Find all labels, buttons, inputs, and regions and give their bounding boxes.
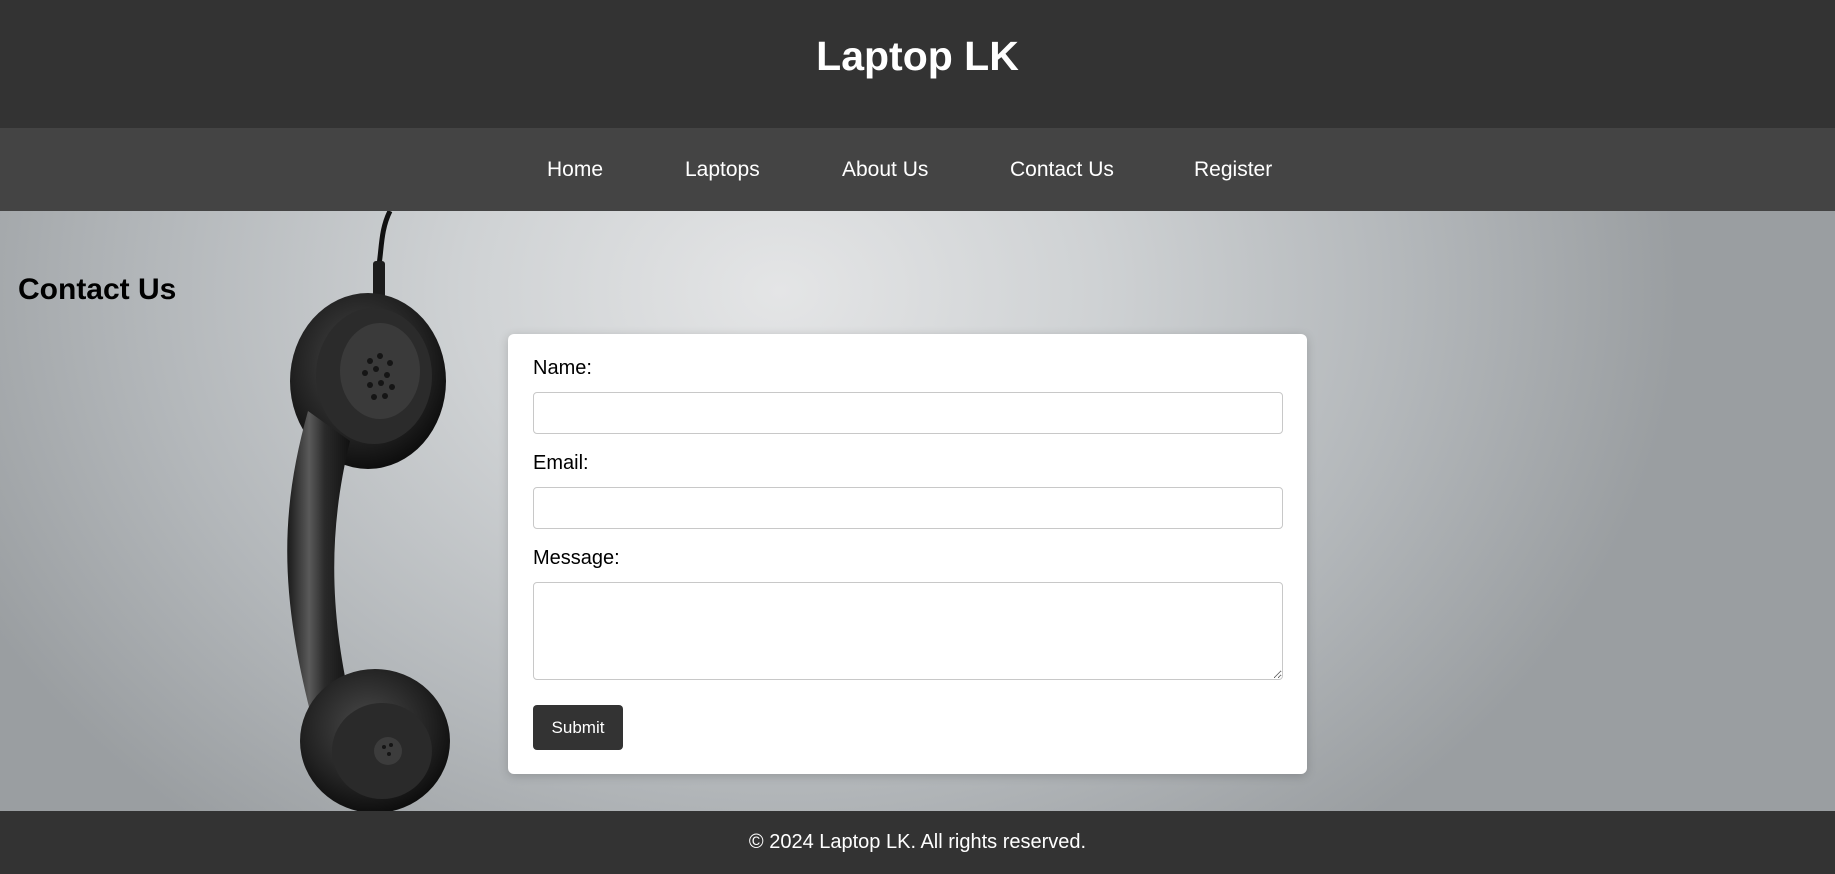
contact-section: Contact Us Name: Email: Message: Submit xyxy=(0,211,1835,811)
contact-form: Name: Email: Message: Submit xyxy=(508,334,1307,774)
submit-button[interactable]: Submit xyxy=(533,705,623,750)
copyright-text: © 2024 Laptop LK. All rights reserved. xyxy=(748,831,1087,853)
email-label: Email: xyxy=(533,452,589,474)
email-input[interactable] xyxy=(533,487,1283,529)
main-nav: Home Laptops About Us Contact Us Registe… xyxy=(0,128,1835,211)
message-textarea[interactable] xyxy=(533,582,1283,680)
name-label: Name: xyxy=(533,357,592,379)
name-input[interactable] xyxy=(533,392,1283,434)
site-header: Laptop LK xyxy=(0,0,1835,128)
nav-item-register[interactable]: Register xyxy=(1194,128,1272,211)
site-footer: © 2024 Laptop LK. All rights reserved. xyxy=(0,811,1835,874)
nav-item-about-us[interactable]: About Us xyxy=(842,128,928,211)
message-label: Message: xyxy=(533,547,620,569)
nav-item-laptops[interactable]: Laptops xyxy=(685,128,760,211)
nav-item-contact-us[interactable]: Contact Us xyxy=(1010,128,1114,211)
site-title: Laptop LK xyxy=(816,32,1019,79)
page-title: Contact Us xyxy=(18,273,177,306)
telephone-handset-icon xyxy=(287,211,450,811)
nav-item-home[interactable]: Home xyxy=(547,128,603,211)
